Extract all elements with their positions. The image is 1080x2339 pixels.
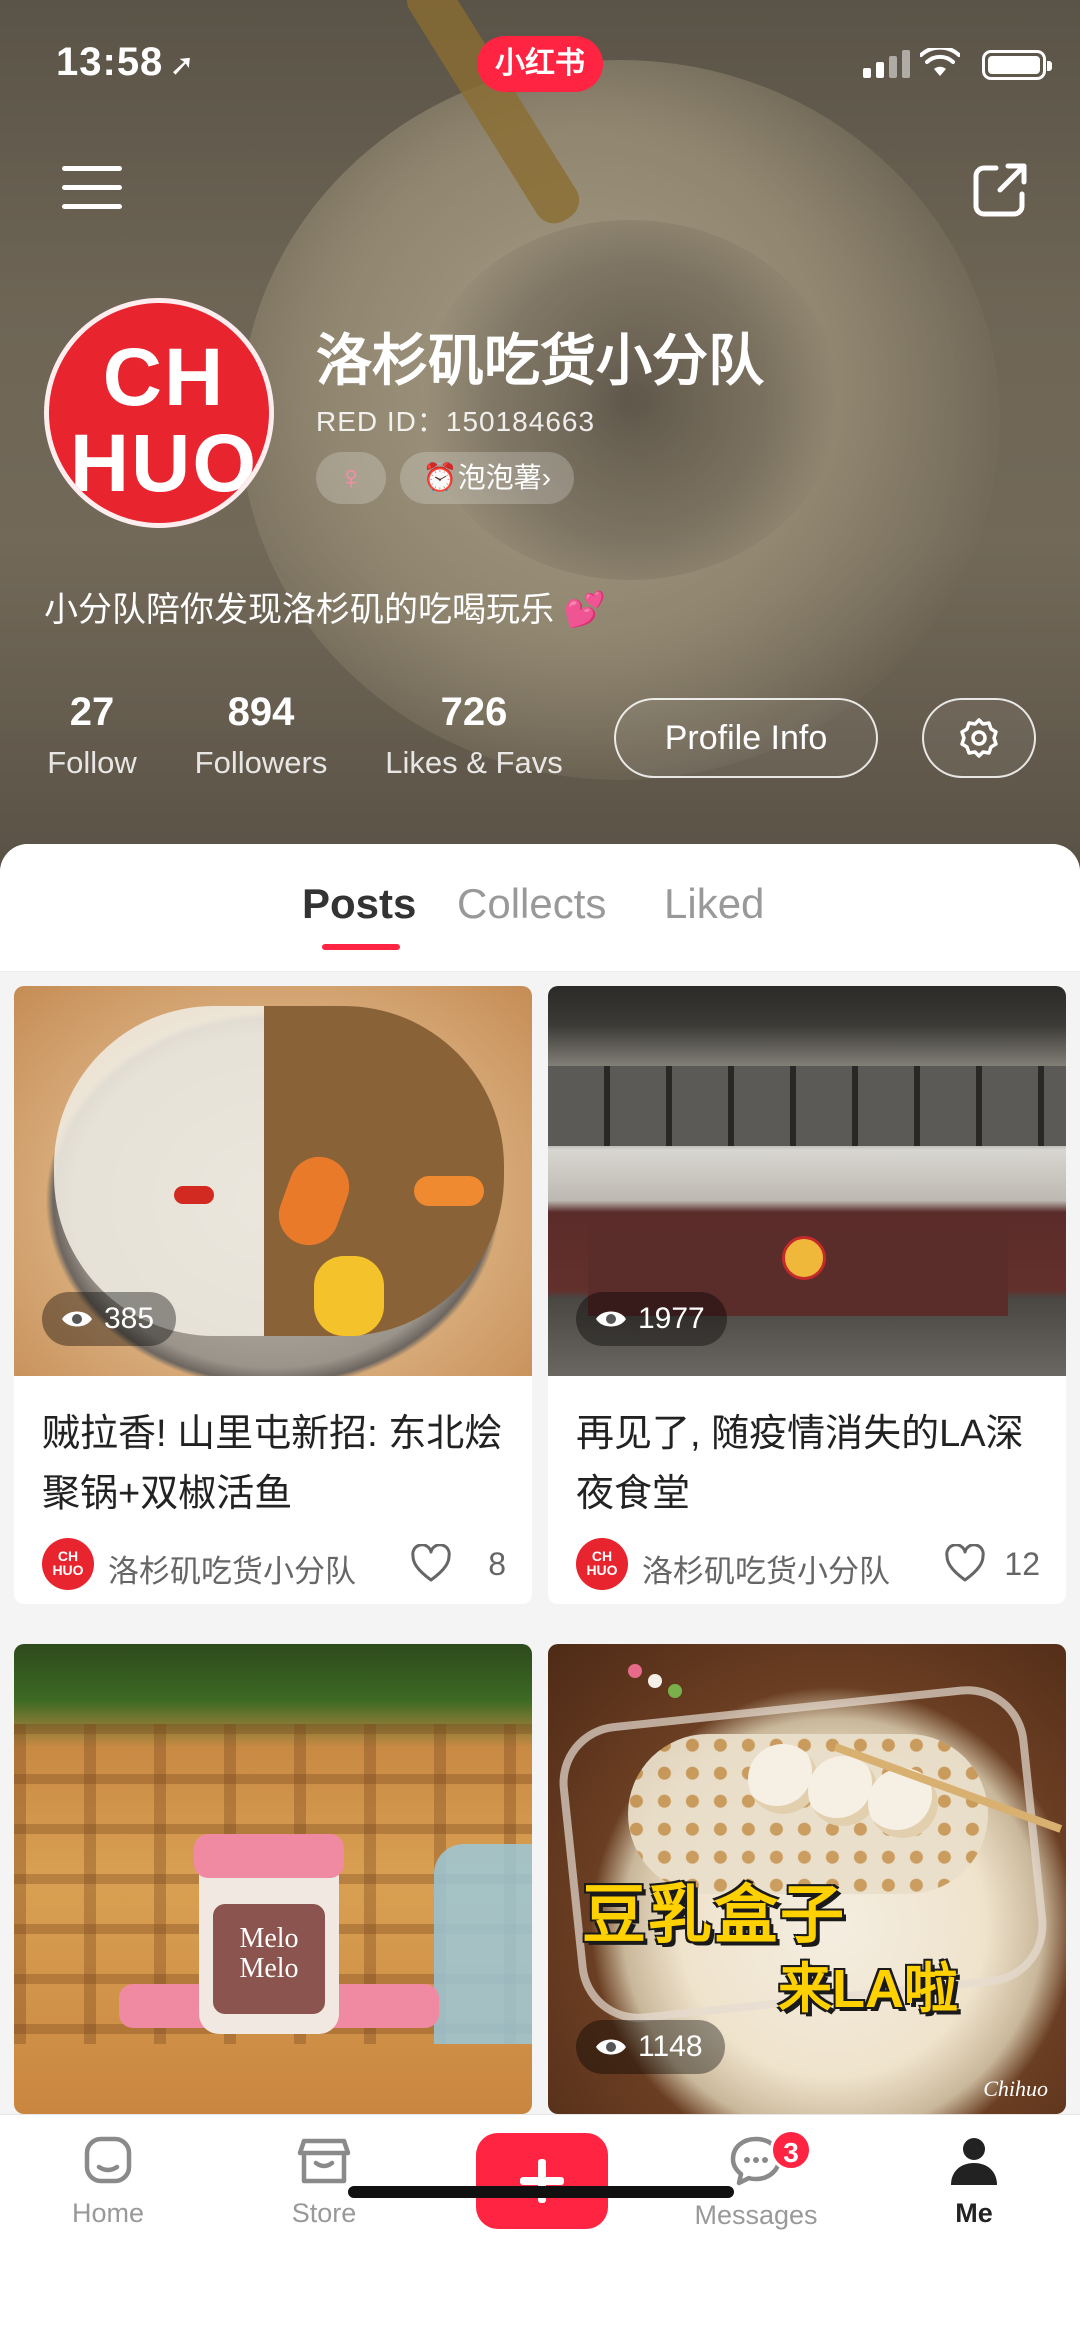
stat-label: Followers <box>194 745 328 780</box>
stat-likes-favs[interactable]: 726 Likes & Favs <box>376 690 572 781</box>
like-count: 12 <box>1004 1546 1040 1582</box>
post-card[interactable]: 385 贼拉香! 山里屯新招: 东北烩聚锅+双椒活鱼 CH HUO 洛杉矶吃货小分… <box>14 986 532 1604</box>
post-title: 再见了, 随疫情消失的LA深夜食堂 <box>576 1413 1024 1515</box>
post-meta: CH HUO 洛杉矶吃货小分队 12 <box>548 1526 1066 1604</box>
battery-icon <box>982 50 1052 80</box>
location-arrow-icon: ➚ <box>169 49 196 82</box>
jar-label: Melo Melo <box>239 1923 299 1984</box>
level-icon: ⏰ <box>422 462 458 493</box>
author-name[interactable]: 洛杉矶吃货小分队 <box>108 1546 356 1591</box>
dessert-title-text: 豆乳盒子 <box>582 1879 846 1951</box>
eye-icon <box>62 1311 92 1327</box>
tab-collects[interactable]: Collects <box>457 880 606 928</box>
post-thumbnail[interactable]: Melo Melo <box>14 1644 532 2114</box>
tab-me[interactable]: Me <box>894 2133 1054 2229</box>
post-meta: CH HUO 洛杉矶吃货小分队 8 <box>14 1526 532 1604</box>
author-name[interactable]: 洛杉矶吃货小分队 <box>642 1546 890 1591</box>
view-count-text: 1148 <box>638 2030 703 2063</box>
view-count-text: 1977 <box>638 1302 705 1335</box>
avatar-logo-text-1: CH <box>102 332 226 423</box>
person-icon <box>951 2138 997 2185</box>
tab-store[interactable]: Store <box>244 2133 404 2229</box>
content-panel: Posts Collects Liked 385 贼拉香! 山里屯新招: 东北烩… <box>0 844 1080 2114</box>
status-time: 13:58 ➚ <box>56 40 196 84</box>
message-badge: 3 <box>770 2129 812 2171</box>
view-count-text: 385 <box>104 1302 155 1335</box>
level-badge-label: 泡泡薯 <box>457 462 542 493</box>
profile-tabs: Posts Collects Liked <box>0 844 1080 972</box>
profile-info-button[interactable]: Profile Info <box>614 698 878 778</box>
post-card[interactable]: Melo Melo <box>14 1644 532 2114</box>
stat-number: 27 <box>69 690 115 734</box>
gear-icon <box>960 718 998 758</box>
home-icon <box>84 2136 132 2184</box>
stat-number: 894 <box>227 690 295 734</box>
tab-home[interactable]: Home <box>28 2133 188 2229</box>
stat-follow[interactable]: 27 Follow <box>40 690 144 781</box>
tab-me-label: Me <box>955 2198 993 2228</box>
bottom-tab-bar: Home Store Messages 3 Me <box>0 2114 1080 2339</box>
stat-label: Likes & Favs <box>385 745 563 780</box>
post-card[interactable]: 豆乳盒子 来LA啦 Chihuo 1148 <box>548 1644 1066 2114</box>
view-count: 1148 <box>576 2020 725 2074</box>
tab-store-label: Store <box>291 2198 357 2228</box>
post-thumbnail[interactable]: 385 <box>14 986 532 1376</box>
stat-number: 726 <box>440 690 508 734</box>
tab-posts[interactable]: Posts <box>302 880 416 928</box>
share-icon[interactable] <box>970 160 1030 220</box>
profile-header: 13:58 ➚ 小红书 CH HUO 洛杉矶吃货小分队 RED ID：150184… <box>0 0 1080 900</box>
eye-icon <box>596 1311 626 1327</box>
avatar[interactable]: CH HUO <box>44 298 274 528</box>
stat-followers[interactable]: 894 Followers <box>186 690 336 781</box>
tab-messages[interactable]: Messages 3 <box>676 2129 836 2231</box>
eye-icon <box>596 2039 626 2055</box>
watermark: Chihuo <box>983 2076 1048 2101</box>
avatar-logo-text-2: HUO <box>69 418 259 509</box>
post-thumbnail[interactable]: 1977 <box>548 986 1066 1376</box>
heart-icon[interactable] <box>410 1544 452 1584</box>
post-thumbnail[interactable]: 豆乳盒子 来LA啦 Chihuo 1148 <box>548 1644 1066 2114</box>
profile-bio: 小分队陪你发现洛杉矶的吃喝玩乐 💕 <box>44 591 606 629</box>
view-count: 385 <box>42 1292 177 1346</box>
create-post-button[interactable] <box>476 2133 608 2229</box>
dessert-subtitle-text: 来LA啦 <box>778 1959 958 2019</box>
status-bar: 13:58 ➚ 小红书 <box>0 36 1080 96</box>
tab-messages-label: Messages <box>694 2200 818 2230</box>
home-indicator[interactable] <box>348 2186 734 2198</box>
stat-label: Follow <box>47 745 137 780</box>
level-badge[interactable]: ⏰泡泡薯› <box>400 452 574 504</box>
gender-badge: ♀ <box>316 452 386 504</box>
view-count: 1977 <box>576 1292 727 1346</box>
post-title: 贼拉香! 山里屯新招: 东北烩聚锅+双椒活鱼 <box>42 1413 503 1515</box>
settings-button[interactable] <box>922 698 1036 778</box>
profile-nickname: 洛杉矶吃货小分队 <box>316 329 764 392</box>
post-card[interactable]: 1977 再见了, 随疫情消失的LA深夜食堂 CH HUO 洛杉矶吃货小分队 12 <box>548 986 1066 1604</box>
tab-home-label: Home <box>71 2198 145 2228</box>
wifi-icon <box>919 45 961 83</box>
store-icon <box>297 2138 351 2184</box>
active-tab-indicator <box>322 944 400 950</box>
author-avatar[interactable]: CH HUO <box>42 1538 94 1590</box>
cellular-signal-icon <box>863 50 910 78</box>
chevron-right-icon: › <box>541 462 552 493</box>
tab-liked[interactable]: Liked <box>664 880 764 928</box>
menu-icon[interactable] <box>62 166 122 214</box>
author-avatar[interactable]: CH HUO <box>576 1538 628 1590</box>
red-id: RED ID：150184663 <box>316 406 596 437</box>
heart-icon[interactable] <box>944 1544 986 1584</box>
app-badge: 小红书 <box>477 36 603 92</box>
like-count: 8 <box>488 1546 506 1582</box>
